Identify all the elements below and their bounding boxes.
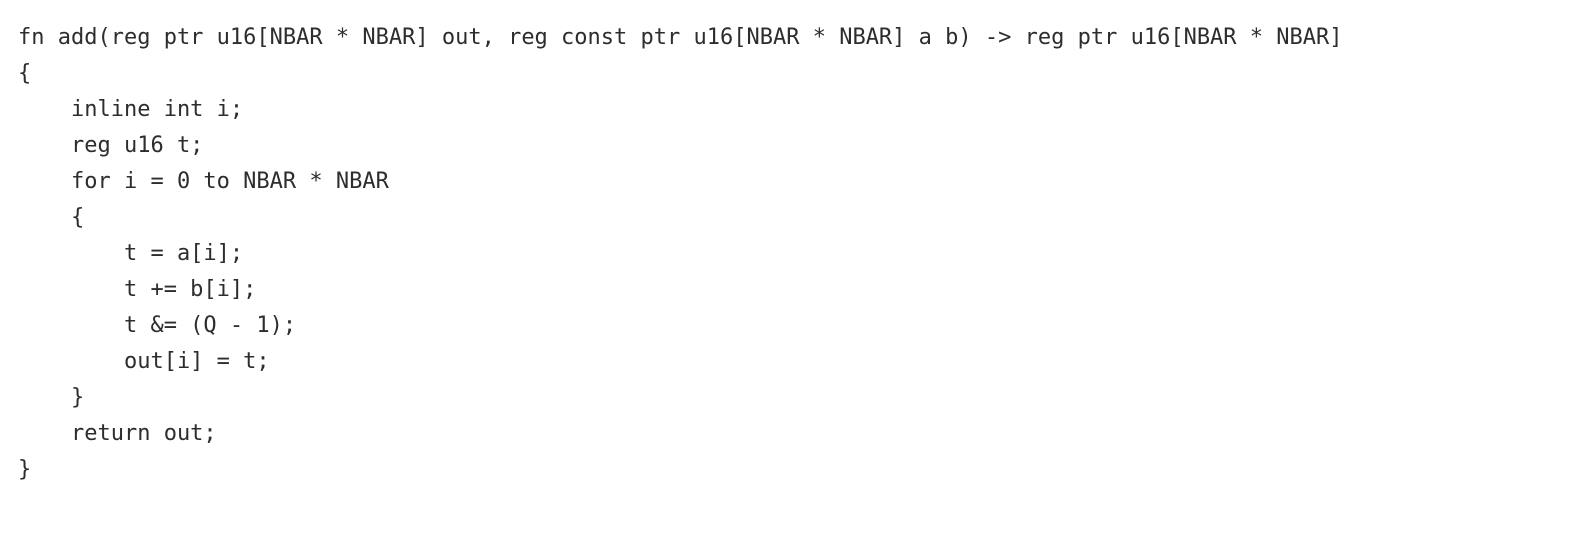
code-block: fn add(reg ptr u16[NBAR * NBAR] out, reg… bbox=[18, 20, 1572, 488]
code-line: return out; bbox=[18, 421, 217, 446]
code-line: reg u16 t; bbox=[18, 133, 203, 158]
code-line: } bbox=[18, 385, 84, 410]
code-line: t = a[i]; bbox=[18, 241, 243, 266]
code-line: out[i] = t; bbox=[18, 349, 270, 374]
code-line: { bbox=[18, 205, 84, 230]
code-line: inline int i; bbox=[18, 97, 243, 122]
code-line: for i = 0 to NBAR * NBAR bbox=[18, 169, 389, 194]
code-line: { bbox=[18, 61, 31, 86]
code-line: t += b[i]; bbox=[18, 277, 256, 302]
code-line: fn add(reg ptr u16[NBAR * NBAR] out, reg… bbox=[18, 25, 1343, 50]
code-line: t &= (Q - 1); bbox=[18, 313, 296, 338]
code-line: } bbox=[18, 457, 31, 482]
